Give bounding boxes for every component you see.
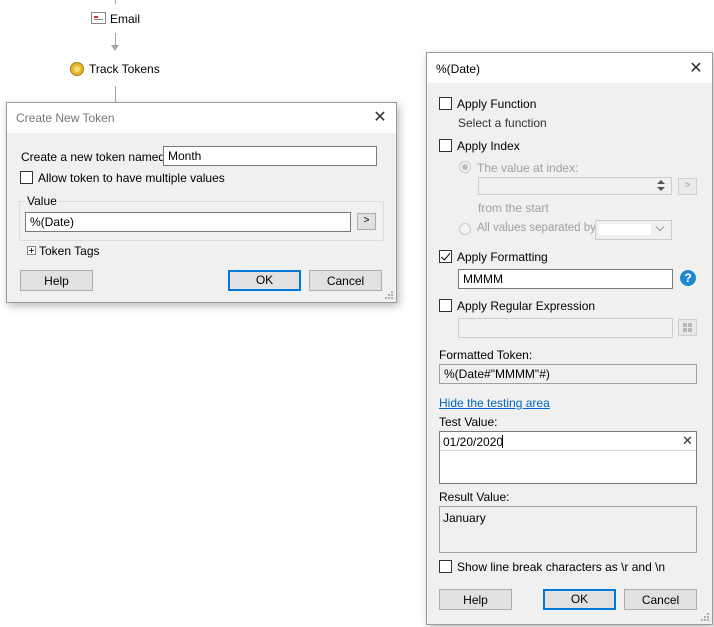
show-line-break-label: Show line break characters as \r and \n [457,560,666,574]
value-group-label: Value [25,194,59,208]
expand-plus-icon[interactable] [27,246,36,255]
test-value-input[interactable]: 01/20/2020 [443,435,503,449]
help-circle-icon[interactable]: ? [680,270,696,286]
chevron-down-icon[interactable] [657,187,665,191]
multi-values-checkbox[interactable] [20,171,33,184]
apply-index-checkbox[interactable] [439,139,452,152]
index-stepper[interactable] [478,177,672,195]
show-line-break-checkbox[interactable] [439,560,452,573]
apply-index-label: Apply Index [457,139,520,153]
value-picker-button[interactable]: > [357,213,376,230]
track-tokens-step[interactable]: Track Tokens [70,61,170,77]
flow-arrow-icon [111,45,119,51]
token-coin-icon [70,62,84,76]
regex-input[interactable] [458,318,673,338]
index-picker-button[interactable]: > [678,178,697,195]
result-value-output: January [443,511,486,525]
regex-builder-icon [683,323,692,332]
dialog-title: %(Date) [436,62,481,76]
email-step-label: Email [110,12,141,26]
test-value-caret [502,435,503,448]
apply-regex-checkbox[interactable] [439,299,452,312]
cancel-button[interactable]: Cancel [309,270,382,291]
token-name-label: Create a new token named: [21,150,169,164]
value-at-index-label: The value at index: [477,161,579,175]
cancel-button[interactable]: Cancel [624,589,697,610]
close-icon[interactable]: ✕ [370,108,390,128]
token-name-input[interactable]: Month [163,146,377,166]
all-values-separated-label: All values separated by: [477,222,600,234]
clear-icon[interactable]: ✕ [682,433,693,449]
flow-connector [115,33,116,45]
formatted-token-label: Formatted Token: [439,348,533,362]
email-step[interactable]: Email [91,11,151,27]
create-token-dialog: Create New Token ✕ Create a new token na… [6,102,397,303]
format-input[interactable]: MMMM [458,269,673,289]
stepper-arrows[interactable] [654,179,668,193]
dialog-title: Create New Token [16,111,115,125]
ok-button[interactable]: OK [228,270,301,291]
chevron-down-icon[interactable] [655,222,665,232]
test-value-label: Test Value: [439,415,498,429]
date-token-dialog: %(Date) ✕ Apply Function Select a functi… [426,52,713,625]
dialog-title-bar[interactable]: %(Date) ✕ [427,53,712,83]
select-function-link[interactable]: Select a function [458,116,547,130]
all-values-radio[interactable] [459,223,471,235]
token-tags-label[interactable]: Token Tags [39,244,100,258]
dialog-title-bar[interactable]: Create New Token ✕ [7,103,396,133]
chevron-up-icon[interactable] [657,180,665,184]
regex-builder-button[interactable] [678,319,697,336]
separator-select[interactable] [595,220,672,240]
apply-regex-label: Apply Regular Expression [457,299,596,313]
formatted-token-output: %(Date#"MMMM"#) [439,364,697,384]
apply-formatting-checkbox[interactable] [439,250,452,263]
email-icon [91,12,106,24]
apply-formatting-label: Apply Formatting [457,250,548,264]
result-value-label: Result Value: [439,490,510,504]
apply-function-label: Apply Function [457,97,537,111]
hide-testing-area-link[interactable]: Hide the testing area [439,396,550,410]
help-button[interactable]: Help [20,270,93,291]
ok-button[interactable]: OK [543,589,616,610]
multi-values-label: Allow token to have multiple values [38,171,225,185]
value-input[interactable]: %(Date) [25,212,351,232]
value-at-index-radio[interactable] [459,161,471,173]
flow-connector [115,0,116,4]
close-icon[interactable]: ✕ [686,59,706,79]
flow-connector [115,86,116,102]
resize-grip-icon[interactable] [700,612,710,622]
resize-grip-icon[interactable] [384,290,394,300]
track-tokens-label: Track Tokens [89,62,160,76]
from-start-text: from the start [478,201,549,215]
help-button[interactable]: Help [439,589,512,610]
apply-function-checkbox[interactable] [439,97,452,110]
